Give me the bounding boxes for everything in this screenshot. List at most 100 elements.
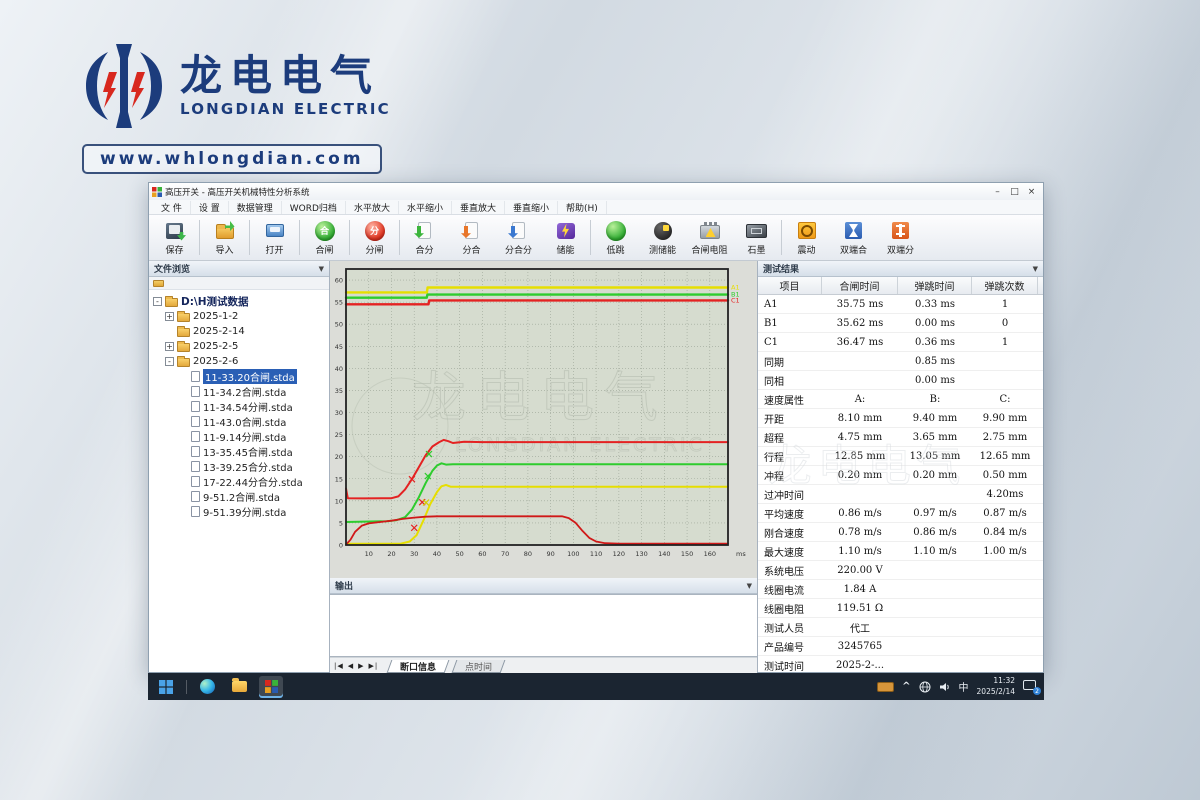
result-value: 2.75 mm xyxy=(972,428,1038,446)
menu-item-5[interactable]: 水平缩小 xyxy=(399,201,452,214)
device-tray-icon[interactable] xyxy=(877,682,894,692)
file-explorer-button[interactable] xyxy=(227,676,251,698)
tree-file[interactable]: 17-22.44分合分.stda xyxy=(151,474,327,489)
result-label: 平均速度 xyxy=(758,504,822,522)
tab-0[interactable]: 断口信息 xyxy=(387,660,450,673)
toolbar-button-graphite[interactable]: 石墨 xyxy=(733,216,780,259)
result-value xyxy=(972,656,1038,672)
tree-folder[interactable]: 2025-2-14 xyxy=(151,324,327,339)
result-row: 最大速度1.10 m/s1.10 m/s1.00 m/s xyxy=(758,542,1043,561)
analysis-app-button[interactable] xyxy=(259,676,283,698)
tab-nav-0[interactable]: |◀ xyxy=(334,662,344,670)
menu-item-8[interactable]: 帮助(H) xyxy=(558,201,607,214)
maximize-button[interactable]: □ xyxy=(1006,187,1023,197)
toolbar-button-close-open[interactable]: 合分 xyxy=(401,216,448,259)
toolbar-button-close-switch[interactable]: 合合闸 xyxy=(301,216,348,259)
volume-icon[interactable] xyxy=(939,681,951,693)
close-button[interactable]: × xyxy=(1023,187,1040,197)
result-value: 0.36 ms xyxy=(898,333,972,351)
tree-file[interactable]: 11-9.14分闸.stda xyxy=(151,429,327,444)
tab-nav-1[interactable]: ◀ xyxy=(348,662,354,670)
result-label: A1 xyxy=(758,295,822,313)
toolbar-button-open-close-open[interactable]: 分合分 xyxy=(495,216,542,259)
tree-file[interactable]: 11-33.20合闸.stda xyxy=(151,369,327,384)
result-label: C1 xyxy=(758,333,822,351)
file-tree: -D:\H测试数据+2025-1-22025-2-14+2025-2-5-202… xyxy=(149,290,329,672)
tab-nav-2[interactable]: ▶ xyxy=(358,662,364,670)
notification-button[interactable]: 2 xyxy=(1023,680,1038,693)
results-column-header: 项目 xyxy=(758,277,822,294)
toolbar-button-vibration[interactable]: 震动 xyxy=(783,216,830,259)
tree-file[interactable]: 13-35.45合闸.stda xyxy=(151,444,327,459)
tree-file[interactable]: 13-39.25合分.stda xyxy=(151,459,327,474)
menu-item-0[interactable]: 文 件 xyxy=(153,201,191,214)
result-label: 测试人员 xyxy=(758,618,822,636)
collapse-icon[interactable]: - xyxy=(153,297,162,306)
tree-folder[interactable]: -2025-2-6 xyxy=(151,354,327,369)
result-value: 1.00 m/s xyxy=(972,542,1038,560)
result-value xyxy=(972,561,1038,579)
toolbar-button-dual-end-open[interactable]: 双端分 xyxy=(877,216,924,259)
tree-file[interactable]: 9-51.2合闸.stda xyxy=(151,489,327,504)
tree-file[interactable]: 11-43.0合闸.stda xyxy=(151,414,327,429)
result-value: 0.50 mm xyxy=(972,466,1038,484)
dual-end-open-icon xyxy=(889,219,913,242)
result-value: 0.86 m/s xyxy=(822,504,898,522)
results-panel-title: 测试结果 xyxy=(763,262,799,275)
edge-browser-button[interactable] xyxy=(195,676,219,698)
svg-text:35: 35 xyxy=(335,387,343,395)
menu-item-1[interactable]: 设 置 xyxy=(191,201,229,214)
tree-file[interactable]: 11-34.2合闸.stda xyxy=(151,384,327,399)
result-label: 行程 xyxy=(758,447,822,465)
menu-bar: 文 件设 置数据管理WORD归档水平放大水平缩小垂直放大垂直缩小帮助(H) xyxy=(149,200,1043,215)
svg-text:100: 100 xyxy=(567,550,579,558)
toolbar-button-import[interactable]: 导入 xyxy=(201,216,248,259)
toolbar-button-closing-resistor[interactable]: 合闸电阻 xyxy=(686,216,733,259)
network-globe-icon[interactable] xyxy=(919,681,931,693)
minimize-button[interactable]: – xyxy=(989,187,1006,197)
ime-indicator[interactable]: 中 xyxy=(959,679,969,694)
tray-expand-icon[interactable]: ^ xyxy=(902,681,910,692)
collapse-icon[interactable]: - xyxy=(165,357,174,366)
tab-1[interactable]: 点时间 xyxy=(452,660,506,673)
toolbar-label: 分闸 xyxy=(365,243,383,256)
toolbar-button-save[interactable]: 保存 xyxy=(151,216,198,259)
svg-text:ms: ms xyxy=(736,550,746,558)
tree-file[interactable]: 11-34.54分闸.stda xyxy=(151,399,327,414)
result-label: 线圈电阻 xyxy=(758,599,822,617)
result-value: 119.51 Ω xyxy=(822,599,898,617)
file-icon xyxy=(191,461,200,472)
result-value xyxy=(898,599,972,617)
result-value xyxy=(898,485,972,503)
toolbar-button-low-jump[interactable]: 低跳 xyxy=(592,216,639,259)
taskbar-clock[interactable]: 11:32 2025/2/14 xyxy=(977,676,1015,696)
menu-item-4[interactable]: 水平放大 xyxy=(346,201,399,214)
result-value: 1.10 m/s xyxy=(898,542,972,560)
folder-icon[interactable] xyxy=(153,280,164,287)
expand-icon[interactable]: + xyxy=(165,312,174,321)
tree-folder[interactable]: +2025-2-5 xyxy=(151,339,327,354)
start-button[interactable] xyxy=(154,676,178,698)
toolbar-button-open[interactable]: 打开 xyxy=(251,216,298,259)
menu-item-2[interactable]: 数据管理 xyxy=(229,201,282,214)
results-panel-menu-icon[interactable]: ▼ xyxy=(1033,265,1038,273)
toolbar-button-open-close[interactable]: 分合 xyxy=(448,216,495,259)
expand-icon[interactable]: + xyxy=(165,342,174,351)
menu-item-7[interactable]: 垂直缩小 xyxy=(505,201,558,214)
tree-root[interactable]: -D:\H测试数据 xyxy=(151,294,327,309)
toolbar-button-measure-energy[interactable]: 测储能 xyxy=(639,216,686,259)
toolbar-button-store-energy[interactable]: 储能 xyxy=(542,216,589,259)
result-label: 线圈电流 xyxy=(758,580,822,598)
tree-file[interactable]: 9-51.39分闸.stda xyxy=(151,504,327,519)
toolbar-button-open-switch[interactable]: 分分闸 xyxy=(351,216,398,259)
tree-folder[interactable]: +2025-1-2 xyxy=(151,309,327,324)
file-panel-menu-icon[interactable]: ▼ xyxy=(319,265,324,273)
menu-item-6[interactable]: 垂直放大 xyxy=(452,201,505,214)
menu-item-3[interactable]: WORD归档 xyxy=(282,201,346,214)
tab-nav-3[interactable]: ▶| xyxy=(369,662,379,670)
result-row: 速度属性A:B:C: xyxy=(758,390,1043,409)
toolbar-button-dual-end-close[interactable]: 双端合 xyxy=(830,216,877,259)
toolbar-separator xyxy=(249,220,250,255)
output-panel-menu-icon[interactable]: ▼ xyxy=(747,582,752,590)
svg-text:30: 30 xyxy=(335,409,343,417)
